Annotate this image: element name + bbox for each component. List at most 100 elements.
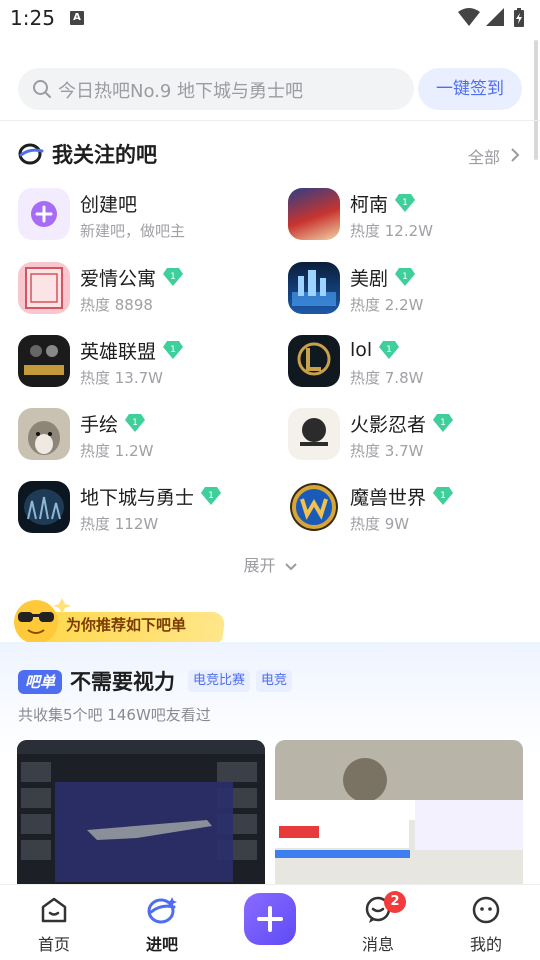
bar-name: 地下城与勇士 (80, 486, 195, 509)
recommend-banner-text: 为你推荐如下吧单 (66, 616, 187, 634)
svg-text:1: 1 (170, 345, 176, 355)
nav-label: 我的 (469, 935, 502, 954)
level-gem-icon: 1 (201, 487, 222, 505)
svg-text:1: 1 (440, 491, 446, 501)
level-gem-icon: 1 (395, 268, 416, 286)
status-bar: 1:25 A (0, 0, 540, 40)
nav-profile[interactable]: 我的 (446, 895, 526, 955)
status-time: 1:25 (10, 6, 55, 30)
svg-text:1: 1 (440, 418, 446, 428)
bar-subtitle: 新建吧，做吧主 (80, 222, 186, 240)
recommend-title: 不需要视力 (70, 670, 175, 694)
battery-icon (514, 8, 524, 27)
svg-text:1: 1 (208, 491, 214, 501)
nav-messages[interactable]: 2 消息 (338, 891, 418, 955)
nav-label: 进吧 (145, 935, 178, 954)
chevron-right-icon[interactable] (510, 147, 520, 166)
bar-heat: 热度 7.8W (350, 369, 424, 387)
bar-avatar (288, 262, 340, 314)
bar-avatar (18, 481, 70, 533)
level-gem-icon: 1 (163, 341, 184, 359)
svg-text:1: 1 (386, 345, 392, 355)
bar-heat: 热度 12.2W (350, 222, 433, 240)
bar-item-conan[interactable]: 柯南 1 热度 12.2W (288, 188, 528, 248)
bar-item-naruto[interactable]: 火影忍者 1 热度 3.7W (288, 408, 528, 468)
bar-item-wow[interactable]: 魔兽世界 1 热度 9W (288, 481, 528, 541)
recommend-banner: 为你推荐如下吧单 (0, 592, 540, 644)
bar-avatar (288, 481, 340, 533)
nav-enter-bar[interactable]: 进吧 (122, 895, 202, 955)
create-bar-icon (18, 188, 70, 240)
bar-item-create[interactable]: 创建吧 新建吧，做吧主 (18, 188, 258, 248)
search-input[interactable]: 今日热吧No.9 地下城与勇士吧 (18, 68, 414, 110)
bar-heat: 热度 13.7W (80, 369, 163, 387)
bar-heat: 热度 9W (350, 515, 410, 533)
notification-icon: A (70, 11, 84, 25)
level-gem-icon: 1 (395, 194, 416, 212)
bar-avatar (288, 335, 340, 387)
sunglasses-mascot-icon (2, 592, 72, 648)
chevron-down-icon (284, 563, 297, 571)
view-all-link[interactable]: 全部 (468, 144, 500, 168)
tieba-enter-icon (147, 897, 177, 924)
bottom-nav: 首页 进吧 2 消息 我的 (0, 884, 540, 960)
level-gem-icon: 1 (379, 341, 400, 359)
bar-name: lol (350, 339, 373, 361)
signal-icon (486, 8, 504, 26)
level-gem-icon: 1 (433, 487, 454, 505)
bar-heat: 热度 1.2W (80, 442, 154, 460)
followed-title: 我关注的吧 (52, 143, 157, 167)
profile-icon (472, 896, 500, 924)
recommend-tag: 电竞比赛 (188, 670, 251, 692)
level-gem-icon: 1 (125, 414, 146, 432)
bar-avatar (18, 262, 70, 314)
bar-name: 柯南 (350, 193, 389, 216)
bar-item-ipartment[interactable]: 爱情公寓 1 热度 8898 (18, 262, 258, 322)
message-count-badge: 2 (384, 891, 406, 913)
expand-label: 展开 (243, 556, 276, 575)
bar-item-lol[interactable]: lol 1 热度 7.8W (288, 335, 528, 395)
tieba-logo-icon (18, 142, 44, 170)
recommend-image-banner[interactable] (275, 740, 523, 900)
bar-item-us-drama[interactable]: 美剧 1 热度 2.2W (288, 262, 528, 322)
bar-heat: 热度 112W (80, 515, 159, 533)
nav-label: 首页 (37, 935, 70, 954)
bar-avatar (18, 408, 70, 460)
svg-text:1: 1 (402, 198, 408, 208)
recommend-tag: 电竞 (256, 670, 293, 692)
recommend-card[interactable]: 吧单 不需要视力 电竞比赛 电竞 共收集5个吧 146W吧友看过 (0, 642, 540, 900)
search-row: 今日热吧No.9 地下城与勇士吧 一键签到 (0, 60, 540, 118)
bar-name: 美剧 (350, 267, 389, 290)
bar-avatar (288, 408, 340, 460)
followed-header: 我关注的吧 全部 (0, 136, 540, 172)
bar-item-dnf[interactable]: 地下城与勇士 1 热度 112W (18, 481, 258, 541)
bar-heat: 热度 8898 (80, 296, 153, 314)
home-icon (41, 897, 67, 923)
search-placeholder: 今日热吧No.9 地下城与勇士吧 (58, 81, 304, 102)
bar-list-badge: 吧单 (18, 670, 62, 694)
bar-item-lol-cn[interactable]: 英雄联盟 1 热度 13.7W (18, 335, 258, 395)
bar-name: 英雄联盟 (80, 340, 157, 363)
bar-item-drawing[interactable]: 手绘 1 热度 1.2W (18, 408, 258, 468)
bar-name: 魔兽世界 (350, 486, 427, 509)
level-gem-icon: 1 (433, 414, 454, 432)
search-icon (32, 79, 52, 103)
nav-home[interactable]: 首页 (14, 895, 94, 955)
bar-name: 爱情公寓 (80, 267, 157, 290)
bar-heat: 热度 2.2W (350, 296, 424, 314)
svg-text:1: 1 (402, 272, 408, 282)
expand-button[interactable]: 展开 (0, 552, 540, 576)
recommend-subtitle: 共收集5个吧 146W吧友看过 (18, 706, 211, 724)
level-gem-icon: 1 (163, 268, 184, 286)
one-click-signin-button[interactable]: 一键签到 (418, 68, 522, 110)
svg-text:1: 1 (132, 418, 138, 428)
bar-avatar (288, 188, 340, 240)
nav-label: 消息 (361, 935, 394, 954)
plus-icon (257, 906, 283, 932)
svg-text:1: 1 (170, 272, 176, 282)
bar-name: 手绘 (80, 413, 119, 436)
bar-name: 创建吧 (80, 193, 138, 216)
wifi-icon (458, 8, 480, 26)
recommend-image-game[interactable] (17, 740, 265, 900)
post-plus-button[interactable] (244, 893, 296, 945)
